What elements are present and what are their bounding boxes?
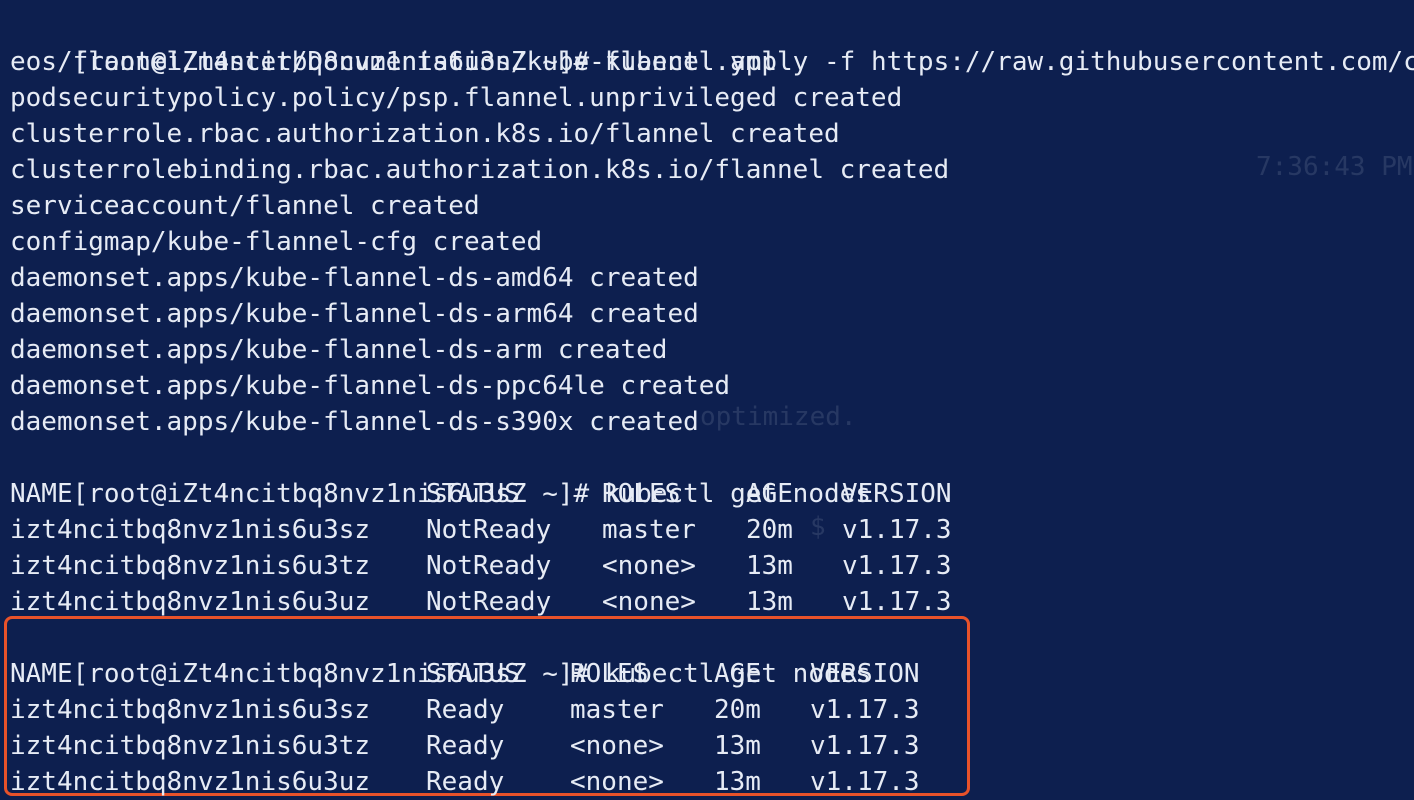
node-status: NotReady <box>426 587 552 617</box>
node-roles: master <box>602 515 696 545</box>
node-version: v1.17.3 <box>842 587 952 617</box>
column-header-age: AGE <box>746 479 793 509</box>
column-header-version: VERSION <box>810 659 920 689</box>
column-header-status: STATUS <box>426 659 520 689</box>
nodes-table-header: NAME STATUS ROLES AGE VERSION <box>10 656 920 692</box>
node-age: 13m <box>714 767 761 797</box>
apply-output-line: daemonset.apps/kube-flannel-ds-amd64 cre… <box>10 263 699 293</box>
terminal-window[interactable]: 7:36:43 PM optimized. $ [root@iZt4ncitbq… <box>0 0 1414 800</box>
node-age: 13m <box>714 731 761 761</box>
ghost-optimized: optimized. <box>700 402 857 432</box>
node-age: 20m <box>714 695 761 725</box>
node-roles: <none> <box>602 587 696 617</box>
get-nodes-command-line: [root@iZt4ncitbq8nvz1nis6u3sZ ~]# kubect… <box>10 440 871 509</box>
ghost-dollar: $ <box>810 512 826 542</box>
apply-command-continuation: eos/flannel/master/Documentation/kube-fl… <box>10 47 778 77</box>
node-status: Ready <box>426 695 505 725</box>
apply-output-line: configmap/kube-flannel-cfg created <box>10 227 543 257</box>
node-name: izt4ncitbq8nvz1nis6u3uz <box>10 587 371 617</box>
column-header-name: NAME <box>10 479 73 509</box>
table-row: izt4ncitbq8nvz1nis6u3sz NotReady master … <box>10 512 952 548</box>
column-header-name: NAME <box>10 659 73 689</box>
node-version: v1.17.3 <box>842 515 952 545</box>
node-roles: <none> <box>570 767 664 797</box>
node-status: NotReady <box>426 551 552 581</box>
node-name: izt4ncitbq8nvz1nis6u3tz <box>10 551 371 581</box>
apply-output-line: daemonset.apps/kube-flannel-ds-arm creat… <box>10 335 668 365</box>
node-status: Ready <box>426 731 505 761</box>
node-roles: master <box>570 695 664 725</box>
column-header-version: VERSION <box>842 479 952 509</box>
apply-output-line: podsecuritypolicy.policy/psp.flannel.unp… <box>10 83 903 113</box>
table-row: izt4ncitbq8nvz1nis6u3uz NotReady <none> … <box>10 584 952 620</box>
apply-output-line: serviceaccount/flannel created <box>10 191 480 221</box>
apply-output-line: daemonset.apps/kube-flannel-ds-arm64 cre… <box>10 299 699 329</box>
nodes-table-header: NAME STATUS ROLES AGE VERSION <box>10 476 952 512</box>
node-age: 13m <box>746 587 793 617</box>
apply-output-line: clusterrolebinding.rbac.authorization.k8… <box>10 155 950 185</box>
node-roles: <none> <box>602 551 696 581</box>
column-header-status: STATUS <box>426 479 520 509</box>
get-nodes-command-line: [root@iZt4ncitbq8nvz1nis6u3sZ ~]# kubect… <box>10 620 871 689</box>
table-row: izt4ncitbq8nvz1nis6u3sz Ready master 20m… <box>10 692 920 728</box>
column-header-age: AGE <box>714 659 761 689</box>
node-status: Ready <box>426 767 505 797</box>
node-status: NotReady <box>426 515 552 545</box>
column-header-roles: ROLES <box>570 659 649 689</box>
table-row: izt4ncitbq8nvz1nis6u3tz NotReady <none> … <box>10 548 952 584</box>
table-row: izt4ncitbq8nvz1nis6u3uz Ready <none> 13m… <box>10 764 920 800</box>
column-header-roles: ROLES <box>602 479 681 509</box>
node-name: izt4ncitbq8nvz1nis6u3uz <box>10 767 371 797</box>
apply-output-line: daemonset.apps/kube-flannel-ds-ppc64le c… <box>10 371 731 401</box>
node-name: izt4ncitbq8nvz1nis6u3tz <box>10 731 371 761</box>
ghost-timestamp: 7:36:43 PM <box>1256 152 1413 182</box>
table-row: izt4ncitbq8nvz1nis6u3tz Ready <none> 13m… <box>10 728 920 764</box>
apply-command-line: [root@iZt4ncitbq8nvz1nis6u3sZ ~]# kubect… <box>10 8 1414 77</box>
node-name: izt4ncitbq8nvz1nis6u3sz <box>10 695 371 725</box>
node-version: v1.17.3 <box>810 767 920 797</box>
node-version: v1.17.3 <box>810 695 920 725</box>
node-age: 13m <box>746 551 793 581</box>
node-roles: <none> <box>570 731 664 761</box>
node-version: v1.17.3 <box>842 551 952 581</box>
apply-output-line: clusterrole.rbac.authorization.k8s.io/fl… <box>10 119 840 149</box>
node-age: 20m <box>746 515 793 545</box>
node-name: izt4ncitbq8nvz1nis6u3sz <box>10 515 371 545</box>
node-version: v1.17.3 <box>810 731 920 761</box>
apply-output-line: daemonset.apps/kube-flannel-ds-s390x cre… <box>10 407 699 437</box>
